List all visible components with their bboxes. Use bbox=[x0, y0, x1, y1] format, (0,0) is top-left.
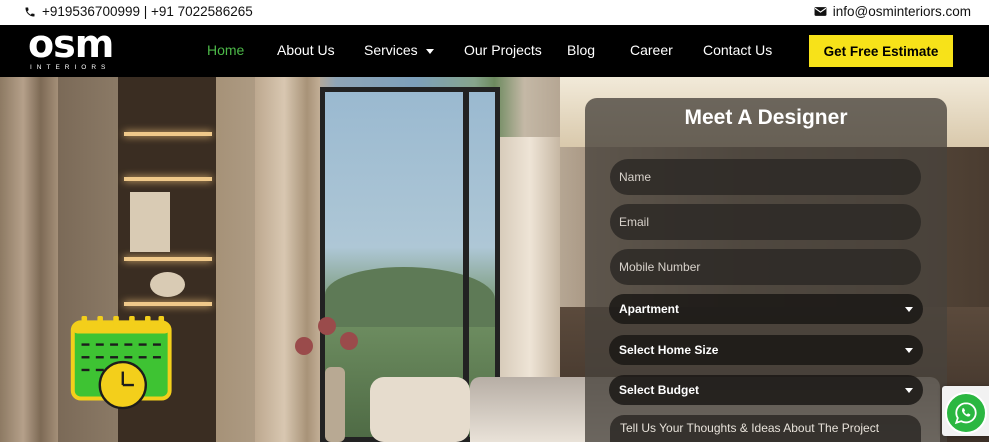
home-size-select[interactable]: Select Home Size bbox=[609, 335, 923, 365]
budget-select[interactable]: Select Budget bbox=[609, 375, 923, 405]
shelf-vase bbox=[150, 272, 185, 297]
shelf-light bbox=[124, 302, 212, 306]
logo-subtitle: INTERIORS bbox=[30, 64, 111, 71]
project-ideas-textarea[interactable]: Tell Us Your Thoughts & Ideas About The … bbox=[610, 415, 921, 442]
main-navigation: osm INTERIORS Home About Us Services Our… bbox=[0, 22, 989, 77]
phone-numbers[interactable]: +919536700999 | +91 7022586265 bbox=[42, 4, 253, 19]
nav-services[interactable]: Services bbox=[364, 42, 434, 58]
flower bbox=[340, 332, 358, 350]
top-contact-bar: +919536700999 | +91 7022586265 info@osmi… bbox=[0, 0, 989, 25]
flower bbox=[318, 317, 336, 335]
get-free-estimate-button[interactable]: Get Free Estimate bbox=[809, 35, 953, 67]
home-size-value: Select Home Size bbox=[619, 343, 719, 357]
form-title: Meet A Designer bbox=[684, 106, 848, 129]
email-contact[interactable]: info@osminteriors.com bbox=[814, 4, 971, 19]
property-type-value: Apartment bbox=[619, 302, 680, 316]
whatsapp-icon bbox=[954, 402, 977, 425]
whatsapp-button[interactable] bbox=[945, 392, 987, 434]
budget-value: Select Budget bbox=[619, 383, 700, 397]
phone-contact[interactable]: +919536700999 | +91 7022586265 bbox=[24, 4, 253, 19]
flower-vase bbox=[325, 367, 345, 442]
nav-our-projects[interactable]: Our Projects bbox=[464, 42, 542, 58]
nav-contact-us[interactable]: Contact Us bbox=[703, 42, 772, 58]
middle-curtain bbox=[255, 77, 320, 442]
property-type-select[interactable]: Apartment bbox=[609, 294, 923, 324]
window-view bbox=[325, 267, 495, 327]
chevron-down-icon bbox=[425, 48, 434, 54]
nav-services-label: Services bbox=[364, 42, 418, 58]
meet-a-designer-form: Meet A Designer Apartment Select Home Si… bbox=[585, 98, 947, 442]
shelf-light bbox=[124, 177, 212, 181]
shelf-light bbox=[124, 257, 212, 261]
shelf-books bbox=[130, 192, 170, 252]
flower bbox=[295, 337, 313, 355]
mobile-number-field[interactable] bbox=[610, 249, 921, 285]
left-curtain bbox=[0, 77, 58, 442]
chevron-down-icon bbox=[905, 388, 913, 393]
armchair bbox=[370, 377, 470, 442]
nav-about-us[interactable]: About Us bbox=[277, 42, 335, 58]
chevron-down-icon bbox=[905, 307, 913, 312]
name-field[interactable] bbox=[610, 159, 921, 195]
calendar-clock-icon bbox=[70, 316, 172, 410]
envelope-icon bbox=[814, 7, 827, 16]
osm-logo[interactable]: osm INTERIORS bbox=[28, 22, 128, 72]
project-ideas-placeholder: Tell Us Your Thoughts & Ideas About The … bbox=[620, 421, 880, 435]
email-address[interactable]: info@osminteriors.com bbox=[833, 4, 971, 19]
nav-career[interactable]: Career bbox=[630, 42, 673, 58]
nav-blog[interactable]: Blog bbox=[567, 42, 595, 58]
logo-wordmark: osm bbox=[28, 22, 114, 66]
shelf-light bbox=[124, 132, 212, 136]
chevron-down-icon bbox=[905, 348, 913, 353]
email-field[interactable] bbox=[610, 204, 921, 240]
nav-home[interactable]: Home bbox=[207, 42, 244, 58]
phone-icon bbox=[25, 7, 35, 16]
